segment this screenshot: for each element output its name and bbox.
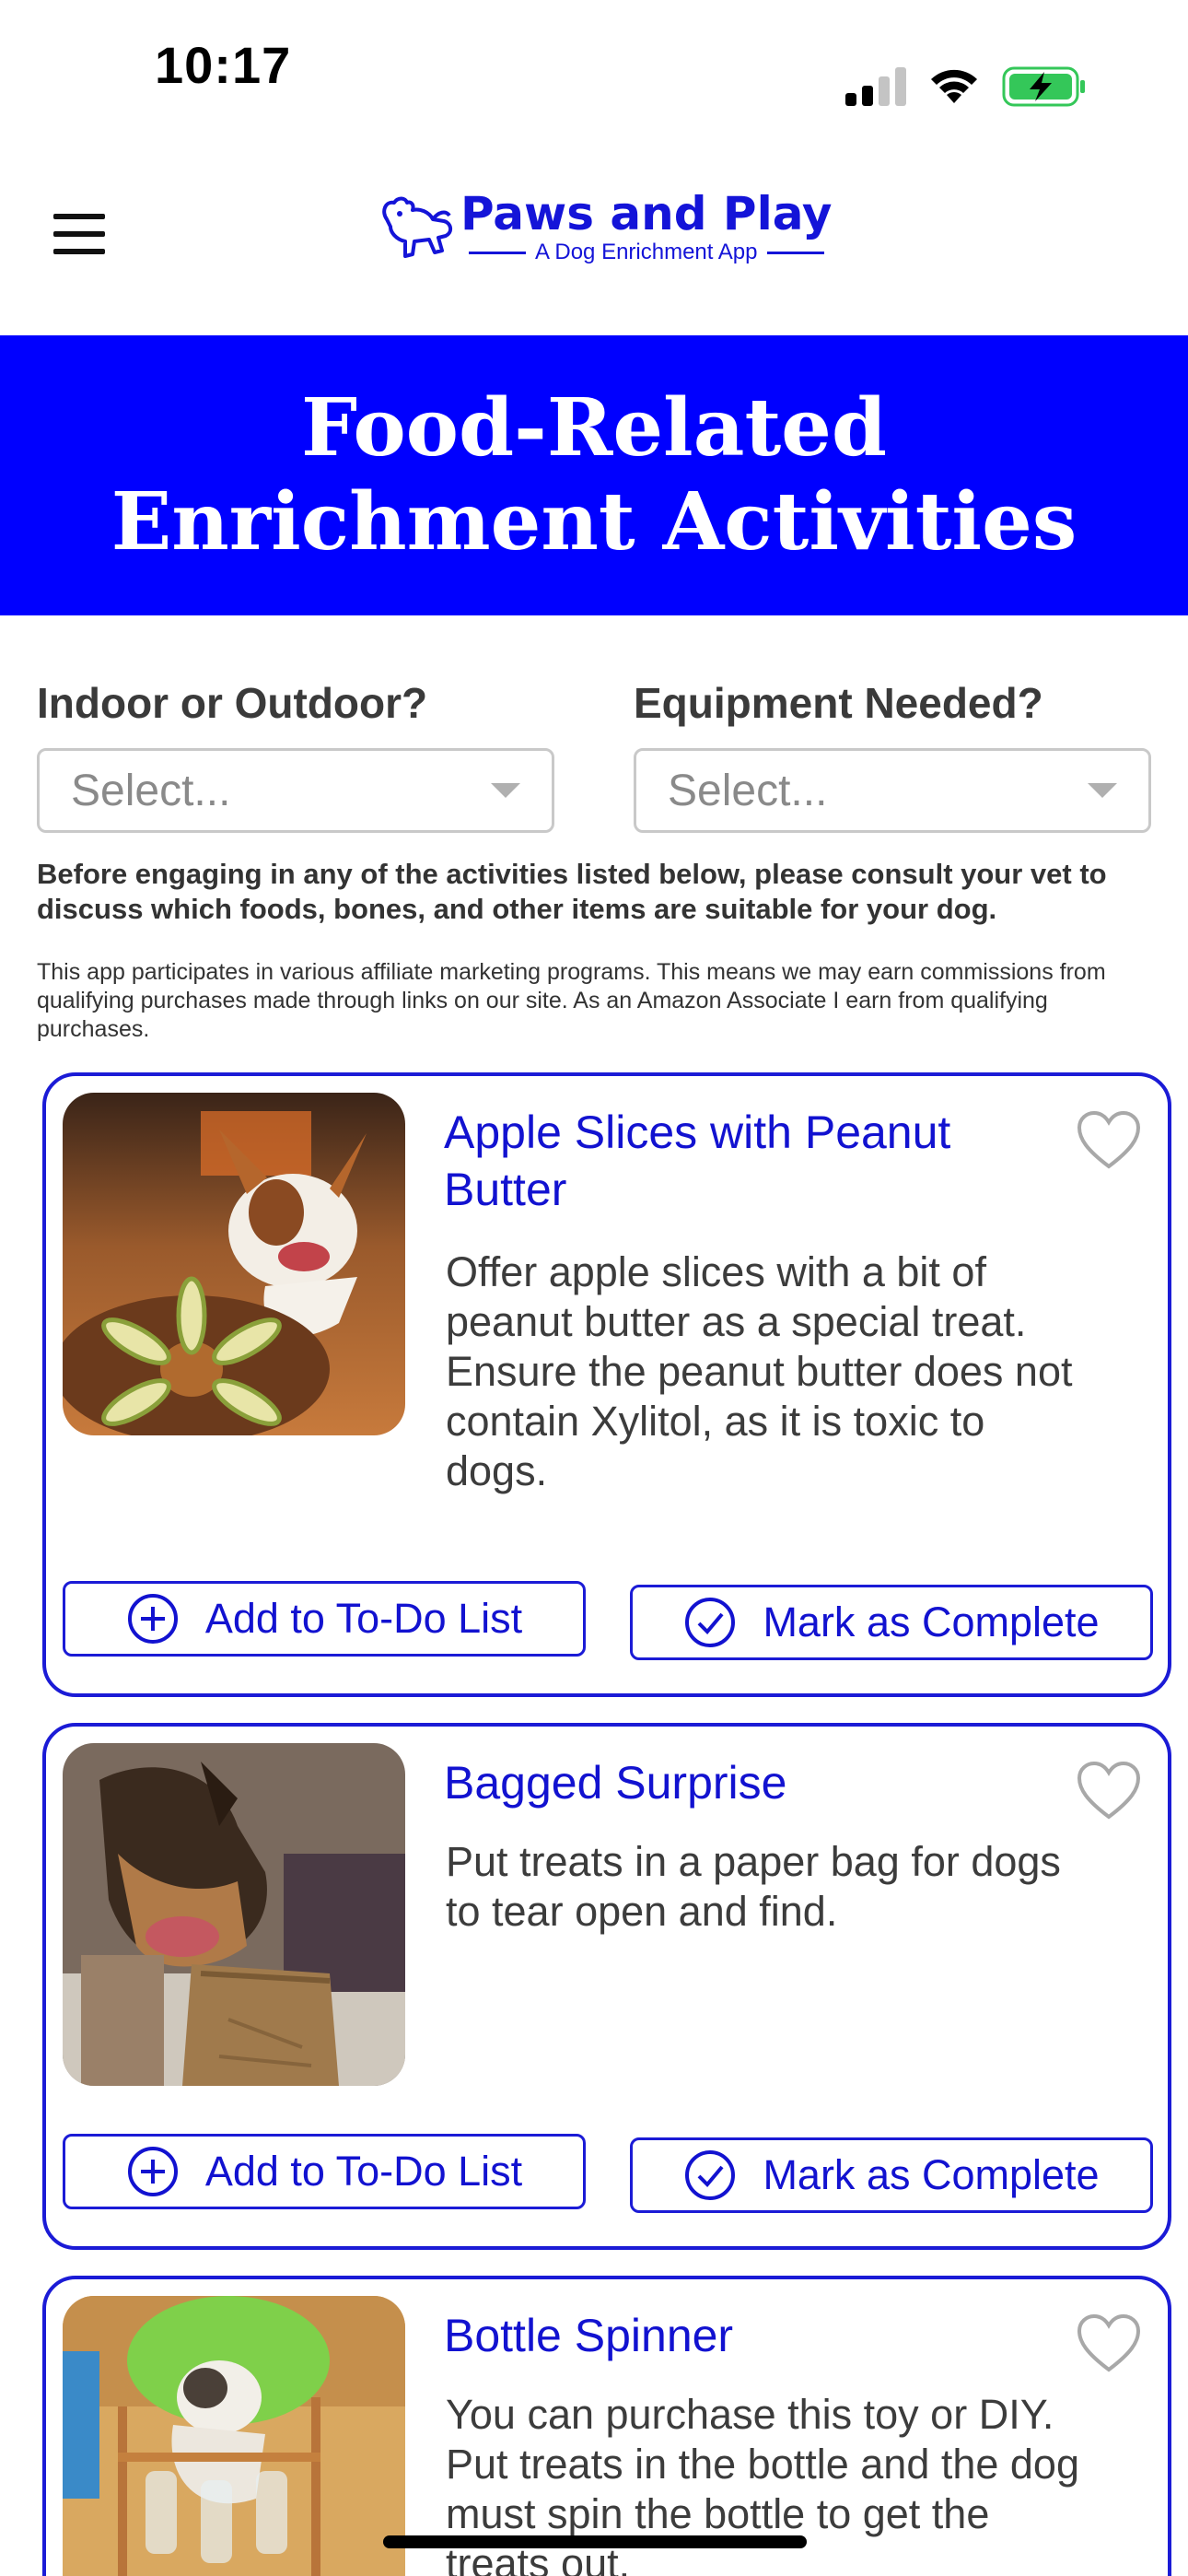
- filter-label: Equipment Needed?: [634, 679, 1043, 727]
- app-logo[interactable]: Paws and Play A Dog Enrichment App: [378, 188, 833, 265]
- heart-icon[interactable]: [1076, 1760, 1142, 1821]
- equipment-filter: Equipment Needed? Select...: [634, 678, 1151, 833]
- logo-divider: [766, 251, 824, 254]
- activity-title[interactable]: Bottle Spinner: [444, 2307, 1070, 2364]
- activity-card: Apple Slices with Peanut Butter Offer ap…: [42, 1072, 1171, 1697]
- status-icons: [845, 66, 1087, 107]
- button-label: Add to To-Do List: [204, 1595, 523, 1642]
- plus-circle-icon: [127, 1594, 178, 1644]
- page-title: Food-Related Enrichment Activities: [111, 381, 1077, 568]
- mark-complete-button[interactable]: Mark as Complete: [630, 1585, 1153, 1660]
- plus-circle-icon: [127, 2147, 178, 2196]
- indoor-outdoor-select[interactable]: Select...: [37, 748, 554, 833]
- activity-image: [63, 1093, 405, 1435]
- mark-complete-button[interactable]: Mark as Complete: [630, 2137, 1153, 2213]
- dog-logo-icon: [382, 196, 452, 258]
- indoor-outdoor-filter: Indoor or Outdoor? Select...: [37, 678, 554, 833]
- activity-title[interactable]: Bagged Surprise: [444, 1754, 1070, 1811]
- activity-card: Bottle Spinner You can purchase this toy…: [42, 2276, 1171, 2576]
- button-label: Add to To-Do List: [204, 2148, 523, 2195]
- equipment-select[interactable]: Select...: [634, 748, 1151, 833]
- heart-icon[interactable]: [1076, 2313, 1142, 2373]
- chevron-down-icon: [1088, 783, 1117, 798]
- cellular-signal-icon: [845, 67, 906, 106]
- page-banner: Food-Related Enrichment Activities: [0, 335, 1188, 615]
- activity-image: [63, 2296, 405, 2576]
- hamburger-menu-icon[interactable]: [53, 214, 105, 254]
- logo-subtitle-row: A Dog Enrichment App: [469, 240, 824, 265]
- check-circle-icon: [685, 2150, 736, 2200]
- select-placeholder: Select...: [71, 766, 231, 815]
- activity-card: Bagged Surprise Put treats in a paper ba…: [42, 1723, 1171, 2250]
- status-bar: 10:17: [0, 0, 1188, 147]
- check-circle-icon: [685, 1598, 736, 1647]
- wifi-icon: [931, 69, 977, 103]
- logo-divider: [469, 251, 527, 254]
- affiliate-disclosure: This app participates in various affilia…: [37, 959, 1106, 1042]
- activity-title[interactable]: Apple Slices with Peanut Butter: [444, 1104, 1070, 1218]
- logo-title: Paws and Play: [460, 187, 833, 240]
- logo-subtitle: A Dog Enrichment App: [535, 240, 758, 264]
- add-to-todo-button[interactable]: Add to To-Do List: [63, 1581, 586, 1657]
- filters: Indoor or Outdoor? Select... Equipment N…: [37, 678, 1151, 833]
- filter-label: Indoor or Outdoor?: [37, 679, 428, 727]
- battery-charging-icon: [1002, 66, 1085, 107]
- activity-image: [63, 1743, 405, 2086]
- home-indicator[interactable]: [383, 2535, 807, 2548]
- button-label: Mark as Complete: [763, 2151, 1100, 2198]
- button-label: Mark as Complete: [763, 1598, 1100, 1645]
- chevron-down-icon: [491, 783, 520, 798]
- vet-notice: Before engaging in any of the activities…: [37, 858, 1107, 925]
- status-time: 10:17: [155, 36, 292, 94]
- activity-description: Put treats in a paper bag for dogs to te…: [446, 1838, 1061, 1935]
- select-placeholder: Select...: [668, 766, 828, 815]
- activity-description: Offer apple slices with a bit of peanut …: [446, 1248, 1073, 1494]
- heart-icon[interactable]: [1076, 1109, 1142, 1170]
- add-to-todo-button[interactable]: Add to To-Do List: [63, 2134, 586, 2209]
- app-header: Paws and Play A Dog Enrichment App: [0, 147, 1188, 332]
